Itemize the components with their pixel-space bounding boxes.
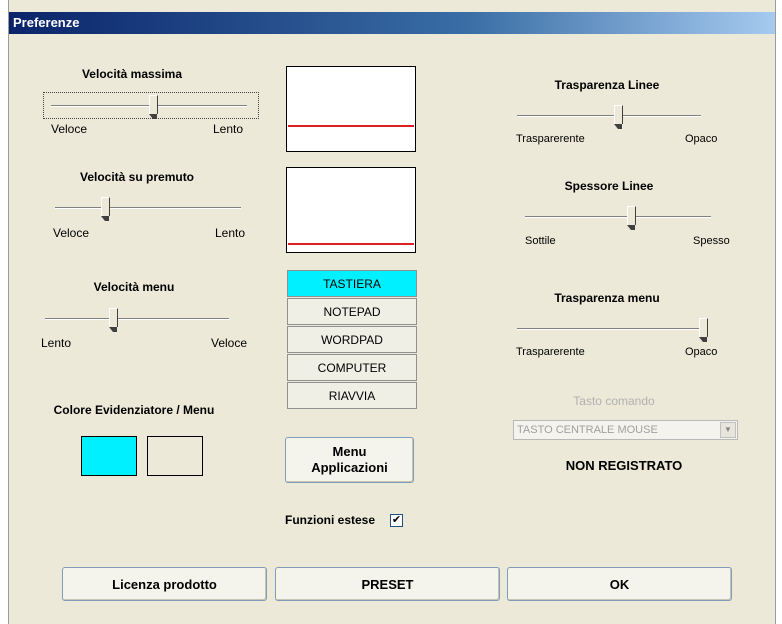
highlight-color-swatch[interactable] bbox=[81, 436, 137, 476]
check-icon: ✔ bbox=[391, 514, 402, 526]
menu-applications-line1: Menu bbox=[332, 444, 367, 459]
line-thickness-title: Spessore Linee bbox=[564, 179, 654, 193]
menu-speed-left-label: Lento bbox=[41, 336, 72, 350]
line-thickness-slider-track[interactable] bbox=[525, 216, 711, 218]
pressed-speed-slider-thumb[interactable] bbox=[101, 197, 111, 221]
line-transparency-slider-thumb[interactable] bbox=[614, 105, 624, 129]
title-bar: Preferenze bbox=[9, 12, 775, 34]
line-thickness-slider-thumb[interactable] bbox=[627, 206, 637, 230]
ok-button[interactable]: OK bbox=[507, 567, 732, 601]
menu-transparency-title: Trasparenza menu bbox=[554, 291, 660, 305]
pressed-speed-right-label: Lento bbox=[215, 226, 246, 240]
app-item-notepad[interactable]: NOTEPAD bbox=[287, 298, 417, 325]
preview-red-line bbox=[288, 125, 414, 127]
line-transparency-title: Trasparenza Linee bbox=[554, 78, 660, 92]
app-item-tastiera[interactable]: TASTIERA bbox=[287, 270, 417, 297]
menu-applications-button[interactable]: Menu Applicazioni bbox=[285, 437, 414, 483]
menu-transparency-right-label: Opaco bbox=[685, 346, 718, 358]
menu-speed-right-label: Veloce bbox=[211, 336, 248, 350]
app-list: TASTIERA NOTEPAD WORDPAD COMPUTER RIAVVI… bbox=[287, 270, 417, 410]
max-speed-title: Velocità massima bbox=[81, 67, 183, 81]
menu-speed-slider-track[interactable] bbox=[45, 318, 229, 320]
max-speed-preview bbox=[286, 66, 416, 152]
preferences-window: Preferenze Velocità massima Veloce Lento… bbox=[8, 0, 776, 624]
max-speed-left-label: Veloce bbox=[51, 122, 88, 136]
chevron-down-icon[interactable]: ▼ bbox=[720, 422, 736, 438]
pressed-speed-preview bbox=[286, 167, 416, 253]
menu-applications-line2: Applicazioni bbox=[311, 460, 388, 475]
registration-status: NON REGISTRATO bbox=[565, 458, 683, 473]
menu-speed-title: Velocità menu bbox=[93, 280, 175, 294]
extended-functions-label: Funzioni estese bbox=[285, 513, 376, 527]
menu-color-swatch[interactable] bbox=[147, 436, 203, 476]
line-transparency-right-label: Opaco bbox=[685, 133, 718, 145]
command-key-value: TASTO CENTRALE MOUSE bbox=[517, 424, 658, 436]
preset-button[interactable]: PRESET bbox=[275, 567, 500, 601]
pressed-speed-left-label: Veloce bbox=[53, 226, 90, 240]
line-transparency-slider-track[interactable] bbox=[517, 115, 701, 117]
pressed-speed-slider-track[interactable] bbox=[55, 207, 241, 209]
line-thickness-right-label: Spesso bbox=[693, 235, 730, 247]
license-button[interactable]: Licenza prodotto bbox=[62, 567, 267, 601]
extended-functions-checkbox[interactable]: ✔ bbox=[390, 514, 403, 527]
app-item-riavvia[interactable]: RIAVVIA bbox=[287, 382, 417, 409]
menu-transparency-left-label: Trasparerente bbox=[516, 346, 585, 358]
app-item-wordpad[interactable]: WORDPAD bbox=[287, 326, 417, 353]
color-section-title: Colore Evidenziatore / Menu bbox=[53, 403, 215, 417]
preview-red-line bbox=[288, 243, 414, 245]
command-key-title: Tasto comando bbox=[573, 394, 655, 408]
max-speed-slider-thumb[interactable] bbox=[148, 95, 158, 119]
max-speed-right-label: Lento bbox=[213, 122, 244, 136]
app-item-computer[interactable]: COMPUTER bbox=[287, 354, 417, 381]
line-thickness-left-label: Sottile bbox=[525, 235, 556, 247]
command-key-select[interactable]: TASTO CENTRALE MOUSE ▼ bbox=[513, 420, 738, 440]
pressed-speed-title: Velocità su premuto bbox=[79, 170, 195, 184]
menu-transparency-slider-track[interactable] bbox=[517, 328, 703, 330]
menu-speed-slider-thumb[interactable] bbox=[109, 308, 119, 332]
line-transparency-left-label: Trasparerente bbox=[516, 133, 585, 145]
menu-transparency-slider-thumb[interactable] bbox=[699, 318, 708, 342]
